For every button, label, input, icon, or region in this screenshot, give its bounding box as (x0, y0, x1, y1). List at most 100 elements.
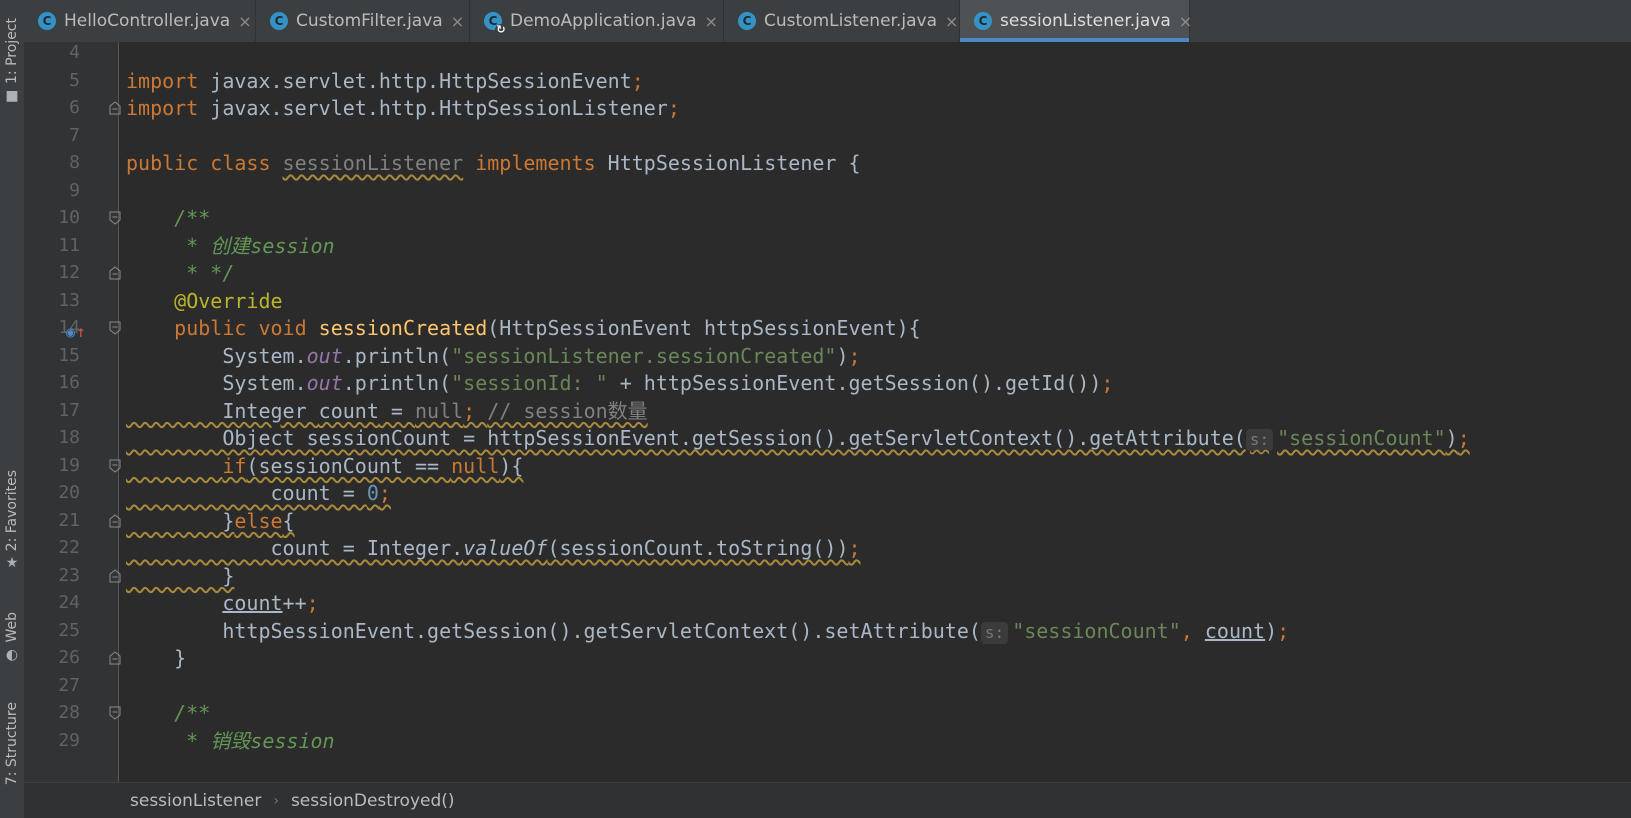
line-number: 20 (58, 482, 80, 503)
code-line[interactable]: 4 (24, 42, 1631, 67)
code-text: Object sessionCount = httpSessionEvent.g… (126, 424, 1470, 452)
code-line[interactable]: 21 }else{ (24, 507, 1631, 535)
code-text: if(sessionCount == null){ (126, 452, 523, 480)
code-line[interactable]: 17 Integer count = null; // session数量 (24, 397, 1631, 425)
code-token: else (234, 508, 283, 533)
code-token: javax.servlet.http.HttpSessionListener (198, 96, 668, 120)
tool-window-favorites-label: 2: Favorites (4, 470, 20, 552)
code-token: "sessionCount" (1012, 618, 1181, 643)
code-line[interactable]: 20 count = 0; (24, 479, 1631, 507)
code-line[interactable]: 12 * */ (24, 259, 1631, 287)
code-line[interactable]: 11 * 创建session (24, 232, 1631, 260)
breadcrumb-method[interactable]: sessionDestroyed() (291, 791, 455, 811)
code-line[interactable]: 9 (24, 177, 1631, 205)
line-number: 16 (58, 372, 80, 393)
tool-window-structure[interactable]: 7: Structure (0, 702, 24, 785)
code-line[interactable]: 5 import javax.servlet.http.HttpSessionEv… (24, 67, 1631, 95)
fold-end-icon[interactable] (109, 513, 121, 528)
tool-window-project-label: 1: Project (4, 18, 20, 84)
code-text: }else{ (126, 507, 294, 535)
tool-window-favorites[interactable]: 2: Favorites ★ (0, 470, 24, 571)
code-token: ; (1277, 618, 1290, 643)
code-line[interactable]: 25 httpSessionEvent.getSession().getServ… (24, 617, 1631, 645)
code-token: count (318, 398, 379, 423)
code-line[interactable]: 26 } (24, 644, 1631, 672)
parameter-hint: s: (1245, 429, 1274, 451)
code-text: public void sessionCreated(HttpSessionEv… (126, 314, 921, 342)
tab-3[interactable]: C CustomListener.java × (724, 0, 960, 42)
fold-open-icon[interactable] (109, 321, 121, 335)
tool-window-structure-label: 7: Structure (4, 702, 20, 786)
fold-open-icon[interactable] (109, 459, 121, 473)
code-line[interactable]: 28 /** (24, 699, 1631, 727)
code-token: = (378, 398, 415, 423)
code-editor[interactable]: 4 5 import javax.servlet.http.HttpSessionE… (24, 42, 1631, 782)
tab-label: CustomFilter.java (296, 11, 443, 31)
close-icon[interactable]: × (945, 12, 958, 31)
line-number: 27 (58, 674, 80, 696)
code-text: import javax.servlet.http.HttpSessionEve… (126, 67, 644, 95)
code-line[interactable]: 8 public class sessionListener implements… (24, 149, 1631, 177)
code-line[interactable]: 13 @Override (24, 287, 1631, 315)
code-token: System. (126, 371, 307, 395)
code-line[interactable]: 22 count = Integer.valueOf(sessionCount.… (24, 534, 1631, 562)
code-token: count = (126, 481, 367, 505)
line-number: 24 (58, 592, 80, 613)
code-token: ; (631, 68, 644, 93)
code-text: /** (126, 699, 210, 727)
code-line[interactable]: 24 count++; (24, 589, 1631, 617)
line-number: 4 (69, 42, 80, 63)
fold-end-icon[interactable] (109, 266, 121, 280)
code-line[interactable]: 10 /** (24, 204, 1631, 232)
tab-label: DemoApplication.java (510, 11, 697, 31)
fold-open-icon[interactable] (109, 211, 121, 225)
tool-window-project[interactable]: 1: Project ■ (0, 18, 24, 104)
tab-2[interactable]: CDemoApplication.java × (470, 0, 724, 42)
code-line[interactable]: 19 if(sessionCount == null){ (24, 452, 1631, 480)
code-text: } (126, 562, 234, 590)
editor-tab-bar: C HelloController.java × C CustomFilter.java… (24, 0, 1631, 43)
code-token: ; (378, 481, 391, 505)
code-token: .println( (342, 371, 452, 395)
line-number: 22 (58, 537, 80, 558)
line-number: 29 (58, 729, 80, 751)
fold-open-icon[interactable] (109, 706, 121, 720)
tab-0[interactable]: C HelloController.java × (24, 0, 256, 42)
code-line[interactable]: 29 * 销毁session (24, 727, 1631, 755)
close-icon[interactable]: × (451, 12, 464, 31)
tool-window-web[interactable]: Web ◐ (0, 612, 24, 663)
close-icon[interactable]: × (705, 12, 718, 31)
close-icon[interactable]: × (238, 12, 251, 31)
code-token: out (306, 371, 343, 395)
tab-4[interactable]: CsessionListener.java × (960, 0, 1192, 42)
code-token: Object sessionCount = httpSessionEvent.g… (126, 426, 1246, 450)
code-line[interactable]: 7 (24, 122, 1631, 150)
code-text: System.out.println("sessionListener.sess… (126, 342, 860, 370)
fold-end-icon[interactable] (109, 651, 121, 665)
code-token: null (451, 453, 500, 478)
code-line[interactable]: 15 System.out.println("sessionListener.s… (24, 342, 1631, 370)
code-line[interactable]: 27 (24, 672, 1631, 700)
code-text: public class sessionListener implements … (126, 149, 861, 177)
fold-end-icon[interactable] (109, 101, 121, 115)
code-line[interactable]: 16 System.out.println("sessionId: " + ht… (24, 369, 1631, 397)
code-line[interactable]: 18 Object sessionCount = httpSessionEven… (24, 424, 1631, 452)
code-token: ) (1445, 426, 1458, 450)
tab-1[interactable]: C CustomFilter.java × (256, 0, 470, 42)
code-text: } (126, 644, 186, 672)
code-line[interactable]: 6 import javax.servlet.http.HttpSessionLi… (24, 94, 1631, 122)
code-line[interactable]: 23 } (24, 562, 1631, 590)
code-token: Integer (126, 398, 319, 423)
code-token: @Override (174, 288, 283, 313)
line-number: 21 (58, 509, 80, 531)
fold-end-icon[interactable] (109, 568, 121, 583)
code-token: "sessionCount" (1277, 426, 1446, 450)
breadcrumb-class[interactable]: sessionListener (130, 791, 261, 811)
tab-label: CustomListener.java (764, 11, 937, 31)
code-text: httpSessionEvent.getSession().getServlet… (126, 617, 1289, 645)
code-line[interactable]: 14 ◉↑ public void sessionCreated(HttpSess… (24, 314, 1631, 342)
line-number: 8 (69, 152, 80, 173)
close-icon[interactable]: × (1179, 12, 1192, 31)
code-token: (sessionCount.toString()) (547, 536, 849, 560)
